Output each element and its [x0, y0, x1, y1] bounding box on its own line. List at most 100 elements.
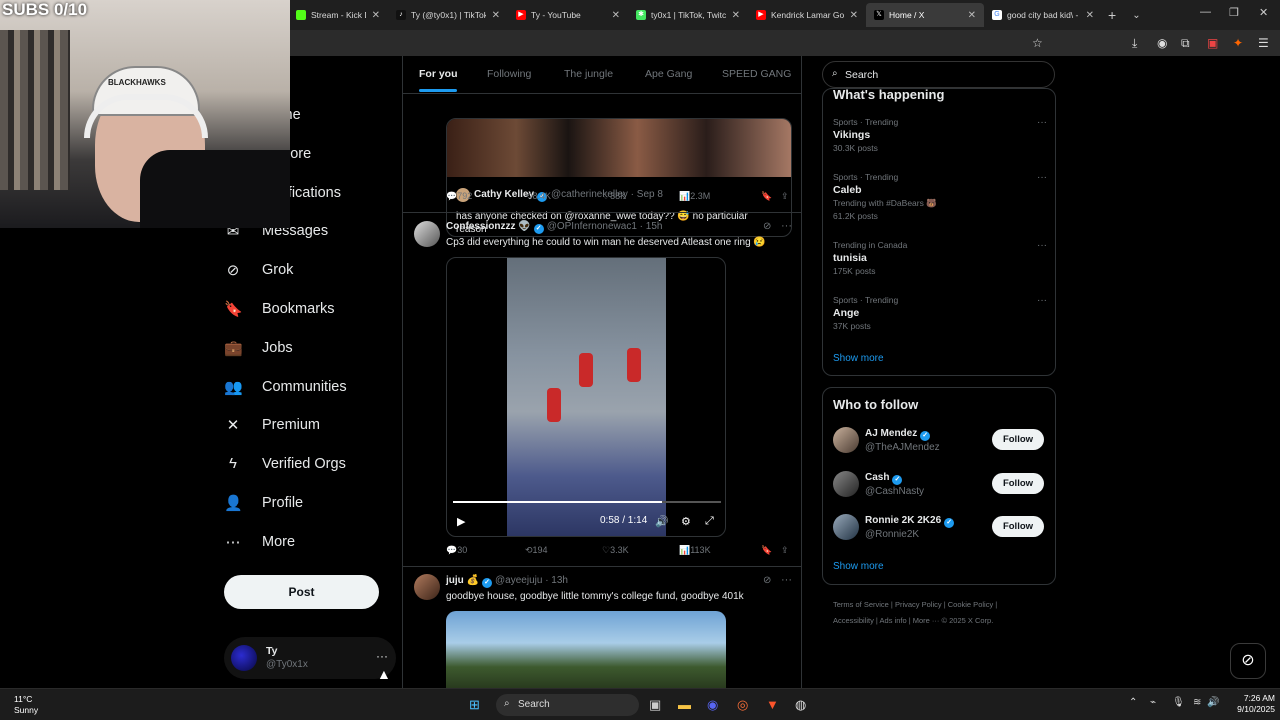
sidebar-item-communities[interactable]: 👥 Communities [224, 378, 347, 396]
reply-button[interactable]: 💬 30 [446, 545, 467, 556]
sidebar-item-bookmarks[interactable]: 🔖 Bookmarks [224, 300, 335, 318]
follow-button[interactable]: Follow [992, 516, 1044, 537]
views-button[interactable]: 📊 2.3M [679, 191, 710, 202]
file-explorer-icon[interactable]: ▬ [678, 697, 691, 712]
addon-icon[interactable]: ✦ [1233, 36, 1243, 50]
extensions-icon[interactable]: ⧉ [1181, 36, 1190, 51]
tab-list-icon[interactable]: ⌄ [1132, 10, 1140, 21]
trend-item[interactable]: Sports · Trending Ange 37K posts ··· [833, 295, 1047, 331]
tab-following[interactable]: Following [487, 68, 531, 80]
taskbar-search[interactable]: ⌕ Search [496, 694, 639, 716]
follow-suggestion[interactable]: AJ Mendez ✓ @TheAJMendez Follow [833, 427, 1045, 457]
more-icon[interactable]: ··· [781, 220, 792, 232]
start-icon[interactable]: ⊞ [469, 697, 480, 713]
more-icon[interactable]: ··· [1037, 117, 1047, 128]
sidebar-item-jobs[interactable]: 💼 Jobs [224, 339, 293, 357]
sidebar-item-verified-orgs[interactable]: ϟ Verified Orgs [224, 455, 346, 472]
account-switcher[interactable]: Ty @Ty0x1x ··· [224, 637, 396, 679]
close-tab-icon[interactable]: ✕ [612, 10, 620, 21]
task-view-icon[interactable]: ▣ [649, 697, 661, 713]
firefox-icon[interactable]: ◎ [737, 697, 748, 713]
tab-ape-gang[interactable]: Ape Gang [645, 68, 692, 80]
tab-kick[interactable]: Stream - Kick Dashboar✕ [288, 3, 388, 27]
tray-expand-icon[interactable]: ⌃ [1129, 697, 1137, 708]
avatar[interactable] [414, 221, 440, 247]
post-author[interactable]: juju 💰 [446, 575, 479, 586]
clock[interactable]: 7:26 AM 9/10/2025 [1225, 693, 1275, 715]
tray-icon[interactable]: ⌁ [1150, 697, 1156, 708]
volume-icon[interactable]: 🔊 [655, 515, 669, 528]
tab-speed-gang[interactable]: SPEED GANG [722, 68, 791, 80]
maximize-icon[interactable]: ❐ [1229, 6, 1239, 19]
more-icon[interactable]: ··· [1037, 172, 1047, 183]
discord-icon[interactable]: ◉ [707, 697, 718, 713]
tab-tiktok[interactable]: ♪ Ty (@ty0x1) | TikTok ✕ [388, 3, 508, 27]
repost-button[interactable]: ⟲ 8.4K [525, 191, 551, 202]
more-icon[interactable]: ··· [1037, 295, 1047, 306]
download-icon[interactable]: ⤓ [1132, 36, 1137, 51]
tab-home-x[interactable]: 𝕏 Home / X ✕ [866, 3, 984, 27]
close-tab-icon[interactable]: ✕ [732, 10, 740, 21]
wifi-icon[interactable]: ≋ [1193, 697, 1201, 708]
new-tab-button[interactable]: + [1108, 7, 1116, 23]
brave-icon[interactable]: ▼ [766, 697, 779, 712]
close-tab-icon[interactable]: ✕ [850, 10, 858, 21]
mic-icon[interactable]: 🎙 [1172, 697, 1185, 708]
follow-button[interactable]: Follow [992, 473, 1044, 494]
search-input[interactable]: ⌕ Search [822, 61, 1055, 88]
play-icon[interactable]: ▶ [457, 515, 465, 528]
post-image[interactable] [446, 611, 726, 688]
sidebar-item-more[interactable]: ⋯ More [224, 533, 296, 551]
tab-linktree[interactable]: ✱ty0x1 | TikTok, Twitch | ✕ [628, 3, 748, 27]
like-button[interactable]: ♡ 88K [602, 191, 626, 202]
post-author[interactable]: Confessionzzz 👽 [446, 221, 531, 232]
obs-icon[interactable]: ◍ [795, 697, 806, 713]
follow-button[interactable]: Follow [992, 429, 1044, 450]
trend-item[interactable]: Sports · Trending Caleb Trending with #DaB… [833, 172, 1047, 221]
share-icon[interactable]: ⇪ [781, 191, 789, 202]
footer-links[interactable]: Accessibility | Ads info | More ··· © 20… [833, 616, 993, 625]
close-tab-icon[interactable]: ✕ [372, 10, 380, 21]
bookmark-icon[interactable]: 🔖 [761, 545, 772, 556]
grok-icon[interactable]: ⊘ [763, 221, 771, 232]
show-more-link[interactable]: Show more [833, 561, 884, 572]
video-player[interactable]: ▶ 0:58 / 1:14 🔊 ⚙ ⤢ [446, 257, 726, 537]
trend-item[interactable]: Trending in Canada tunisia 175K posts ··· [833, 240, 1047, 276]
follow-suggestion[interactable]: Cash ✓ @CashNasty Follow [833, 471, 1045, 501]
follow-suggestion[interactable]: Ronnie 2K 2K26 ✓ @Ronnie2K Follow [833, 514, 1045, 544]
show-more-link[interactable]: Show more [833, 353, 884, 364]
close-tab-icon[interactable]: ✕ [1086, 10, 1094, 21]
grok-button[interactable]: ⊘ [1230, 643, 1266, 679]
tab-kendrick[interactable]: ▶Kendrick Lamar Got Ca✕ [748, 3, 866, 27]
sidebar-item-premium[interactable]: ✕ Premium [224, 416, 320, 434]
close-tab-icon[interactable]: ✕ [968, 10, 976, 21]
video-progress-bar[interactable] [453, 501, 721, 503]
repost-button[interactable]: ⟲ 194 [525, 545, 548, 556]
menu-icon[interactable]: ☰ [1258, 36, 1269, 50]
trend-item[interactable]: Sports · Trending Vikings 30.3K posts ··· [833, 117, 1047, 153]
bookmark-star-icon[interactable]: ☆ [1032, 36, 1043, 50]
views-button[interactable]: 📊 113K [679, 545, 711, 556]
sidebar-item-grok[interactable]: ⊘ Grok [224, 261, 294, 279]
bookmark-icon[interactable]: 🔖 [761, 191, 772, 202]
more-icon[interactable]: ··· [781, 574, 792, 586]
grok-icon[interactable]: ⊘ [763, 575, 771, 586]
extension-badge-icon[interactable]: ▣ [1207, 36, 1218, 50]
tab-for-you[interactable]: For you [419, 68, 458, 80]
footer-links[interactable]: Terms of Service | Privacy Policy | Cook… [833, 600, 997, 609]
tab-youtube[interactable]: ▶ Ty - YouTube ✕ [508, 3, 628, 27]
tab-google[interactable]: Ggood city bad kid\ - Go✕ [984, 3, 1102, 27]
minimize-icon[interactable]: — [1200, 6, 1211, 18]
avatar[interactable] [414, 574, 440, 600]
like-button[interactable]: ♡ 3.3K [602, 545, 629, 556]
settings-icon[interactable]: ⚙ [681, 515, 691, 528]
more-icon[interactable]: ··· [1037, 240, 1047, 251]
volume-icon[interactable]: 🔊 [1207, 697, 1219, 708]
fullscreen-icon[interactable]: ⤢ [705, 515, 714, 528]
close-window-icon[interactable]: ✕ [1259, 6, 1268, 19]
reply-button[interactable]: 💬 792 [446, 191, 472, 202]
sidebar-item-profile[interactable]: 👤 Profile [224, 494, 303, 512]
quoted-post[interactable]: Cathy Kelley ✓ @catherinekelley · Sep 8 ha… [446, 118, 792, 237]
tab-the-jungle[interactable]: The jungle [564, 68, 613, 80]
share-icon[interactable]: ⇪ [781, 545, 789, 556]
